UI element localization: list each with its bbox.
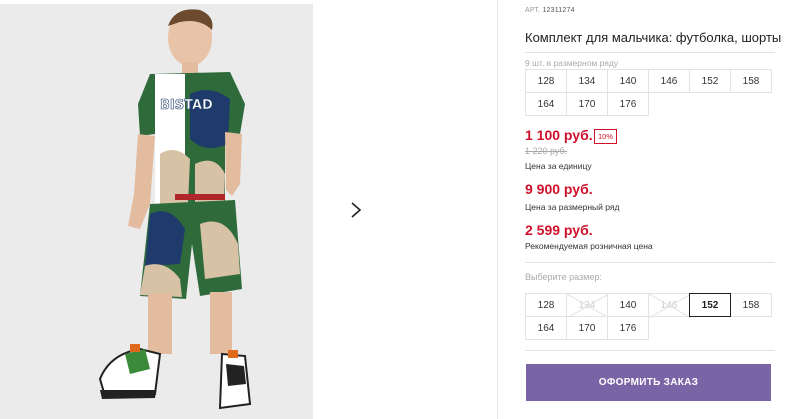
retail-price: 2 599 руб. (525, 222, 593, 238)
next-image-button[interactable] (337, 191, 375, 229)
size-row-cell: 134 (566, 69, 608, 93)
article-label: АРТ. (525, 7, 541, 14)
size-option-unavailable: 146 (648, 293, 691, 318)
size-option-unavailable: 134 (566, 293, 609, 318)
size-option-label: 158 (742, 299, 760, 311)
size-option[interactable]: 140 (607, 293, 649, 317)
old-price: 1 220 руб. (525, 146, 568, 156)
boy-photo-illustration: BISTAD (0, 4, 313, 419)
price-divider (525, 262, 775, 263)
article-value: 12311274 (542, 7, 575, 14)
cross-out-icon (567, 294, 609, 318)
size-row-cell: 140 (607, 69, 649, 93)
svg-text:BISTAD: BISTAD (160, 98, 213, 113)
title-divider (525, 52, 775, 53)
product-gallery: BISTAD (0, 0, 500, 419)
size-row-cell: 128 (525, 69, 567, 93)
discount-badge: 10% (594, 129, 618, 144)
size-selector-grid: 128 134 140 146 152 158 164 170 176 (525, 293, 772, 340)
cross-out-icon (649, 294, 691, 318)
size-option-label: 176 (619, 322, 637, 334)
place-order-button[interactable]: ОФОРМИТЬ ЗАКАЗ (526, 364, 771, 401)
size-row-cell: 170 (566, 92, 608, 116)
size-option-label: 170 (578, 322, 596, 334)
chevron-right-icon (351, 202, 362, 218)
size-option[interactable]: 164 (525, 316, 567, 340)
size-option-label: 128 (537, 299, 555, 311)
retail-price-label: Рекомендуемая розничная цена (525, 241, 653, 251)
size-row-cell: 152 (689, 69, 731, 93)
unit-price: 1 100 руб. (525, 127, 593, 143)
size-option[interactable]: 170 (566, 316, 608, 340)
size-option-selected[interactable]: 152 (689, 293, 731, 317)
product-photo: BISTAD (0, 4, 313, 419)
size-option-label: 152 (701, 299, 719, 311)
size-option-label: 140 (619, 299, 637, 311)
section-divider (497, 0, 498, 419)
row-price-label: Цена за размерный ряд (525, 202, 620, 212)
size-row-cell: 146 (648, 69, 690, 93)
row-price: 9 900 руб. (525, 181, 593, 197)
size-option-label: 164 (537, 322, 555, 334)
size-option[interactable]: 158 (730, 293, 772, 317)
size-option[interactable]: 128 (525, 293, 567, 317)
size-option[interactable]: 176 (607, 316, 649, 340)
size-row-cell: 164 (525, 92, 567, 116)
size-row-note: 9 шт. в размерном ряду (525, 58, 619, 68)
size-row-grid: 128 134 140 146 152 158 164 170 176 (525, 69, 772, 116)
unit-price-label: Цена за единицу (525, 161, 592, 171)
choose-size-label: Выберите размер: (525, 272, 602, 282)
size-row-cell: 176 (607, 92, 649, 116)
product-title: Комплект для мальчика: футболка, шорты (525, 30, 782, 45)
size-row-cell: 158 (730, 69, 772, 93)
selector-divider (525, 350, 775, 351)
article-number: АРТ. 12311274 (525, 7, 575, 14)
